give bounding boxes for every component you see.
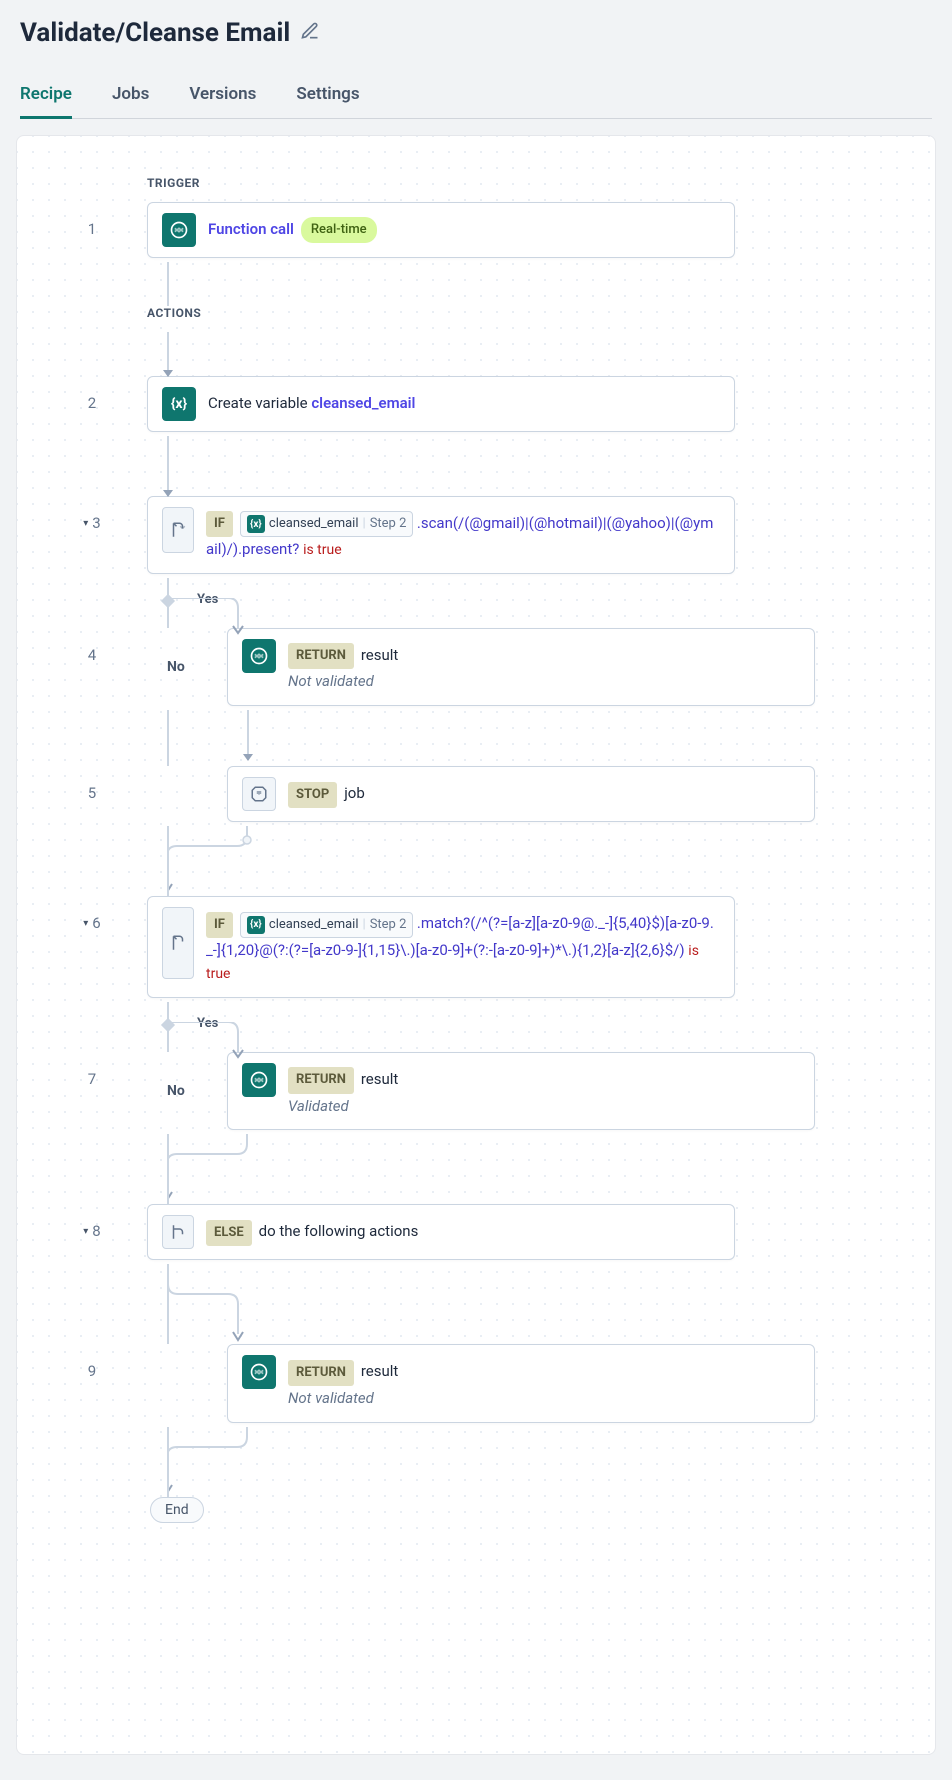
no-label: No [167,659,185,675]
result-sub: Not validated [288,1389,374,1407]
data-pill: {x} cleansed_email|Step 2 [240,511,414,537]
tab-settings[interactable]: Settings [296,76,359,118]
step-number: ▾3 [37,496,147,532]
page-title: Validate/Cleanse Email [20,18,290,48]
function-icon [242,1063,276,1097]
step-number: 9 [37,1344,147,1380]
variable-icon: {x} [162,387,196,421]
tab-bar: Recipe Jobs Versions Settings [20,76,932,119]
section-actions-label: ACTIONS [147,306,915,320]
variable-name: cleansed_email [311,394,415,412]
function-icon [242,1355,276,1389]
step-number: 1 [37,202,147,238]
stop-icon [242,777,276,811]
step-create-variable[interactable]: {x} Create variable cleansed_email [147,376,735,432]
step-title: Function call [208,220,294,238]
data-pill: {x} cleansed_email|Step 2 [240,912,414,938]
branch-icon [162,507,194,553]
result-label: result [361,1070,398,1088]
stop-tag: STOP [288,782,337,808]
tab-versions[interactable]: Versions [189,76,256,118]
function-icon [242,639,276,673]
step-number: 7 [37,1052,147,1088]
result-sub: Not validated [288,672,374,690]
collapse-caret-icon[interactable]: ▾ [83,918,88,929]
return-tag: RETURN [288,1360,354,1386]
realtime-badge: Real-time [301,217,377,243]
variable-pill-icon: {x} [247,515,265,533]
stop-text: job [344,784,365,802]
step-number: ▾8 [37,1204,147,1240]
step-stop-job[interactable]: STOP job [227,766,815,822]
step-if-condition[interactable]: IF {x} cleansed_email|Step 2 .match?(/^(… [147,896,735,998]
collapse-caret-icon[interactable]: ▾ [83,518,88,529]
step-text: Create variable [208,394,311,412]
step-number: 5 [37,766,147,802]
result-label: result [361,1362,398,1380]
step-else[interactable]: ELSE do the following actions [147,1204,735,1260]
section-trigger-label: TRIGGER [147,176,915,190]
step-number: 2 [37,376,147,412]
else-text: do the following actions [259,1222,419,1240]
recipe-canvas: TRIGGER 1 Function call Real-time ACTION… [16,135,936,1755]
tab-recipe[interactable]: Recipe [20,76,72,119]
step-if-condition[interactable]: IF {x} cleansed_email|Step 2 .scan(/(@gm… [147,496,735,574]
step-number: 4 [37,628,147,664]
variable-pill-icon: {x} [247,916,265,934]
function-icon [162,213,196,247]
no-label: No [167,1083,185,1099]
step-return-result[interactable]: RETURN result Not validated [227,628,815,706]
step-return-result[interactable]: RETURN result Validated [227,1052,815,1130]
step-number: ▾6 [37,896,147,932]
step-return-result[interactable]: RETURN result Not validated [227,1344,815,1422]
return-tag: RETURN [288,643,354,669]
collapse-caret-icon[interactable]: ▾ [83,1226,88,1237]
if-tag: IF [206,912,233,938]
result-sub: Validated [288,1097,349,1115]
branch-icon [162,1215,194,1249]
end-marker: End [150,1497,204,1523]
result-label: result [361,646,398,664]
step-trigger-card[interactable]: Function call Real-time [147,202,735,258]
if-tag: IF [206,511,233,537]
is-true-text: is true [303,542,342,558]
return-tag: RETURN [288,1067,354,1093]
tab-jobs[interactable]: Jobs [112,76,149,118]
branch-icon [162,907,194,979]
edit-icon[interactable] [300,21,320,45]
else-tag: ELSE [206,1220,252,1246]
